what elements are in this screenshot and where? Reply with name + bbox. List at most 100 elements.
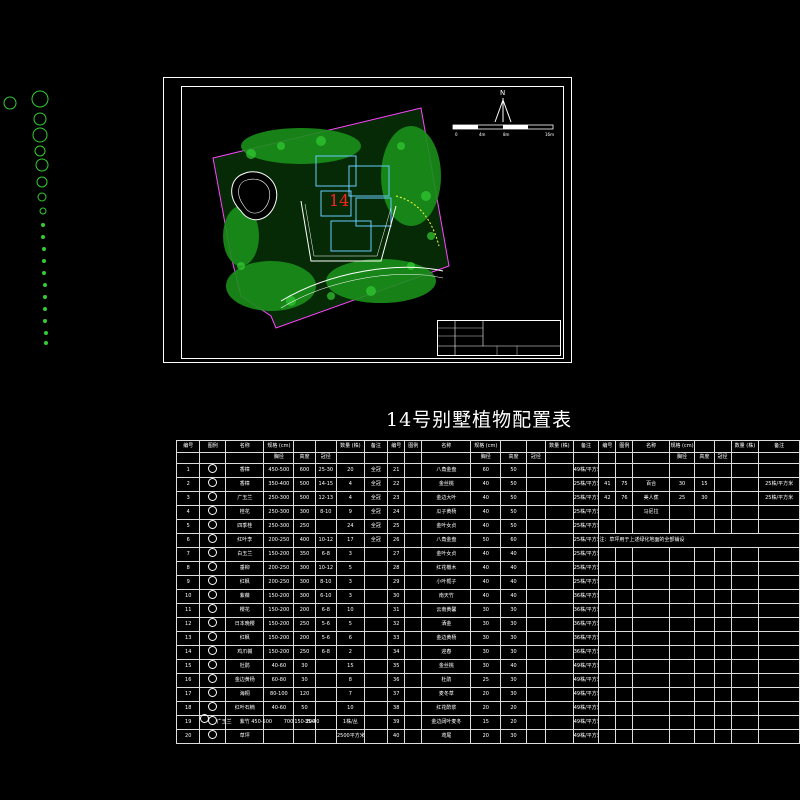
remark xyxy=(758,589,800,605)
count: 2500平方米 xyxy=(335,729,365,745)
count: 9 xyxy=(335,505,365,521)
remark: 25株/平方米 xyxy=(572,477,600,493)
height xyxy=(694,603,715,619)
legend-number xyxy=(615,589,634,605)
row-number xyxy=(598,645,617,661)
plant-name xyxy=(632,463,670,479)
crown: 6-8 xyxy=(314,547,337,563)
legend-symbol-cell xyxy=(199,603,227,619)
height: 30 xyxy=(293,673,316,689)
row-number: 41 xyxy=(598,477,617,493)
dbh: 60 xyxy=(470,463,502,479)
count: 4 xyxy=(335,491,365,507)
count: 5 xyxy=(335,617,365,633)
plant-configuration-table: 编号 图例 名称 规格 (cm) 数量 (株) 备注 编号 图例 名称 规格 (cm) 数量 (株)… xyxy=(175,440,800,745)
crown xyxy=(525,729,547,745)
height: 300 xyxy=(293,589,316,605)
dbh: 30 xyxy=(470,659,502,675)
plant-name: 麦冬草 xyxy=(421,687,472,703)
plant-name xyxy=(632,631,670,647)
legend-symbol-cell xyxy=(404,701,423,717)
legend-number xyxy=(615,687,634,703)
legend-symbol-cell xyxy=(199,463,227,479)
header-cell: 备注 xyxy=(572,440,600,453)
crown xyxy=(525,505,547,521)
count xyxy=(545,575,574,591)
crown xyxy=(713,729,732,745)
plant-symbol-icon xyxy=(208,646,218,656)
legend-symbol-cell xyxy=(199,547,227,563)
scale-tick-3: 16m xyxy=(545,132,554,137)
dbh xyxy=(668,659,696,675)
legend-symbol-cell xyxy=(404,575,423,591)
height xyxy=(694,505,715,521)
crown: 8-10 xyxy=(314,505,337,521)
plant-name: 白玉兰 xyxy=(225,547,265,563)
count: 10 xyxy=(335,603,365,619)
table-subheader-row: 胸径 高度 冠径 胸径 高度 冠径 胸径 高度 冠径 xyxy=(175,451,800,465)
subheader-cell xyxy=(335,451,365,465)
legend-symbol-strip xyxy=(3,90,49,345)
height: 30 xyxy=(500,631,527,647)
extra-plant-row: 广玉兰 450-500 700 35-40 xyxy=(200,714,319,725)
header-cell: 图例 xyxy=(404,440,423,453)
row-number: 17 xyxy=(175,687,201,703)
plant-name xyxy=(632,561,670,577)
remark xyxy=(363,701,389,717)
legend-number xyxy=(615,617,634,633)
count: 4 xyxy=(335,477,365,493)
row-number xyxy=(598,617,617,633)
header-cell: 编号 xyxy=(598,440,617,453)
plant-name: 鸡爪槭 xyxy=(225,645,265,661)
crown: 10-12 xyxy=(314,561,337,577)
dbh: 40 xyxy=(470,575,502,591)
count xyxy=(545,547,574,563)
plant-symbol-icon xyxy=(208,660,218,670)
plant-name: 金叶女贞 xyxy=(421,519,472,535)
crown xyxy=(713,589,732,605)
row-number: 7 xyxy=(175,547,201,563)
count xyxy=(545,603,574,619)
plant-symbol-icon xyxy=(208,590,218,600)
height: 300 xyxy=(293,505,316,521)
plant-symbol-icon xyxy=(208,730,218,740)
dbh: 25 xyxy=(668,491,696,507)
remark xyxy=(758,729,800,745)
plant-name: 红花檵木 xyxy=(421,561,472,577)
remark xyxy=(363,687,389,703)
plant-name: 海桐 xyxy=(225,687,265,703)
dbh: 25 xyxy=(470,673,502,689)
height: 120 xyxy=(293,687,316,703)
plant-symbol-icon xyxy=(208,520,218,530)
dbh xyxy=(668,687,696,703)
remark xyxy=(758,519,800,535)
plant-symbol-icon xyxy=(208,506,218,516)
row-number: 3 xyxy=(175,491,201,507)
header-cell: 名称 xyxy=(632,440,670,453)
remark xyxy=(758,701,800,717)
plant-name: 金边大叶 xyxy=(421,491,472,507)
extra-row-name: 广玉兰 xyxy=(216,719,232,725)
row-number: 1 xyxy=(175,463,201,479)
remark: 49株/平方米 xyxy=(572,729,600,745)
plant-name: 广玉兰 xyxy=(225,491,265,507)
dbh xyxy=(668,715,696,731)
dbh: 20 xyxy=(470,729,502,745)
height: 50 xyxy=(500,505,527,521)
plant-name xyxy=(632,617,670,633)
remark xyxy=(758,659,800,675)
crown: 6-8 xyxy=(314,603,337,619)
remark xyxy=(758,547,800,563)
row-number: 25 xyxy=(387,519,406,535)
remark xyxy=(758,631,800,647)
plant-name xyxy=(632,701,670,717)
dbh: 150-200 xyxy=(263,603,295,619)
plant-symbol-icon xyxy=(208,492,218,502)
height: 30 xyxy=(500,645,527,661)
header-cell xyxy=(293,440,316,453)
height xyxy=(694,589,715,605)
plant-name: 南天竹 xyxy=(421,589,472,605)
table-row: 20草坪2500平方米40鸢尾203049株/平方米 xyxy=(175,729,800,745)
remark xyxy=(758,505,800,521)
subheader-cell: 高度 xyxy=(694,451,715,465)
